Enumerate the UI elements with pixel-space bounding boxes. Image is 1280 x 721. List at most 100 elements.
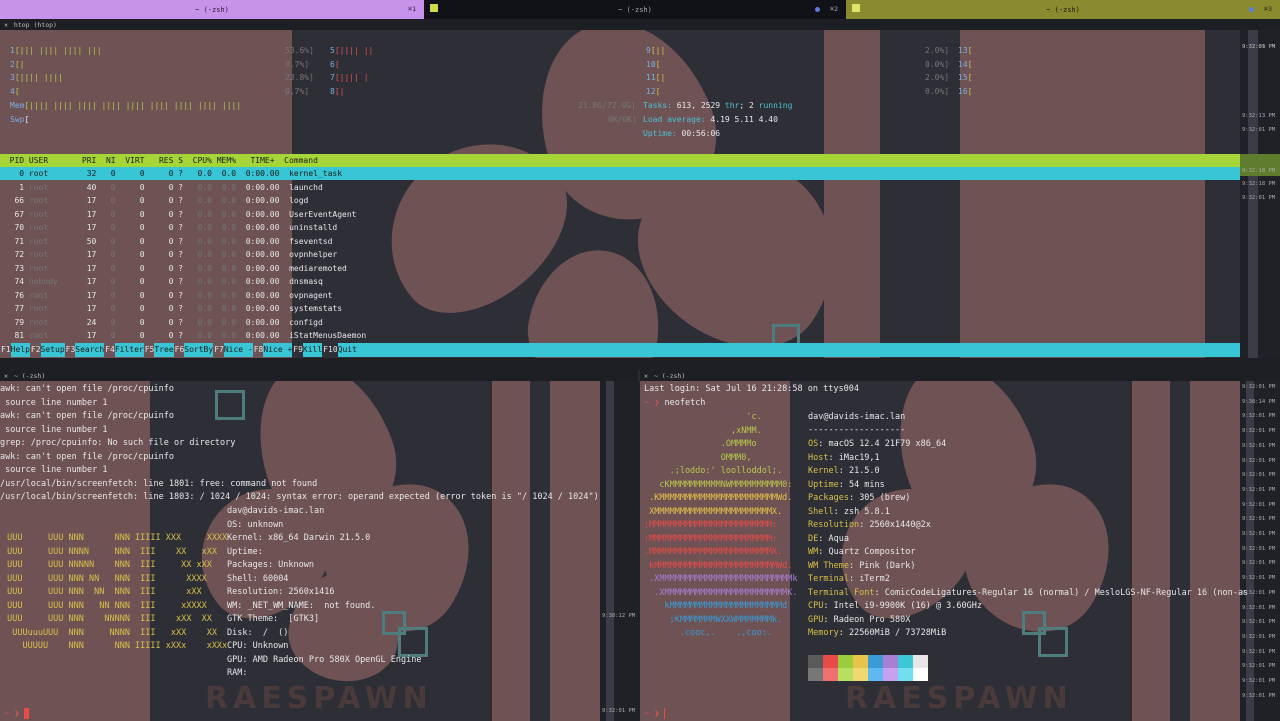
apple-logo-line: .XMMMMMMMMMMMMMMMMMMMMMMMMK. <box>644 587 798 598</box>
cell-cpu: 0.0 <box>183 236 212 246</box>
cell-virt: 0 <box>115 182 145 192</box>
sysinfo-line: Packages: Unknown <box>227 560 315 570</box>
color-swatch <box>838 668 853 681</box>
cpu-meter-2: 2[| <box>10 59 25 69</box>
cpu-percent: 0.7%] <box>285 59 310 69</box>
cell-user: root <box>24 317 73 327</box>
cell-res: 0 <box>144 277 174 286</box>
cell-mem: 0.0 <box>211 182 237 192</box>
fkey-label-f2[interactable]: Setup <box>40 343 65 357</box>
fkey-label-f10[interactable]: Quit <box>337 343 357 357</box>
cell-res: 0 <box>144 304 174 313</box>
apple-logo-line: :MMMMMMMMMMMMMMMMMMMMMMMM: <box>644 533 778 544</box>
cell-virt: 0 <box>115 331 145 340</box>
tab-shortcut: ⌘3 <box>1264 5 1272 13</box>
neofetch-line: OS: macOS 12.4 21F79 x86_64 <box>808 439 947 449</box>
error-line: grep: /proc/cpuinfo: No such file or dir… <box>0 438 236 448</box>
cell-s: ? <box>173 290 184 300</box>
load-average: Load average: 4.19 5.11 4.40 <box>643 115 778 124</box>
table-row[interactable]: 81 root 17 0 0 0 ? 0.0 0.0 0:00.00 iStat… <box>0 329 1240 343</box>
cell-pid: 0 <box>0 169 25 178</box>
table-row[interactable]: 71 root 50 0 0 0 ? 0.0 0.0 0:00.00 fseve… <box>0 235 1240 249</box>
table-row[interactable]: 70 root 17 0 0 0 ? 0.0 0.0 0:00.00 unins… <box>0 221 1240 235</box>
apple-logo-line: 'c. <box>644 412 762 422</box>
cell-cpu: 0.0 <box>183 317 212 327</box>
cell-time: 0:00.00 <box>236 169 280 178</box>
wallpaper-logo: RAESPAWN <box>205 681 433 716</box>
close-icon[interactable]: ✕ <box>4 21 8 29</box>
process-table-header[interactable]: PID USER PRI NI VIRT RES S CPU% MEM% TIM… <box>0 154 1240 167</box>
tab-3[interactable]: ~ (-zsh) ⌘3 <box>846 0 1280 19</box>
fkey-label-f8[interactable]: Nice + <box>263 343 293 357</box>
close-icon[interactable]: ✕ <box>4 372 8 380</box>
table-row[interactable]: 0 root 32 0 0 0 ? 0.0 0.0 0:00.00 kernel… <box>0 167 1240 180</box>
table-row[interactable]: 76 root 17 0 0 0 ? 0.0 0.0 0:00.00 ovpna… <box>0 289 1240 303</box>
cell-cpu: 0.0 <box>183 277 212 286</box>
cell-mem: 0.0 <box>211 263 237 273</box>
tab-title: ~ (-zsh) <box>1046 5 1080 14</box>
table-row[interactable]: 77 root 17 0 0 0 ? 0.0 0.0 0:00.00 syste… <box>0 302 1240 316</box>
cell-mem: 0.0 <box>211 290 237 300</box>
left-timestamp-gutter: 9:38:12 PM 9:32:01 PM <box>600 381 640 721</box>
close-icon[interactable]: ✕ <box>644 372 648 380</box>
cell-ni: 0 <box>96 169 116 178</box>
color-swatch <box>853 655 868 668</box>
tab-2[interactable]: ~ (-zsh) ⌘2 <box>424 0 846 19</box>
cell-res: 0 <box>144 169 174 178</box>
table-row[interactable]: 74 nobody 17 0 0 0 ? 0.0 0.0 0:00.00 dns… <box>0 275 1240 289</box>
cell-s: ? <box>173 304 184 313</box>
table-row[interactable]: 79 root 24 0 0 0 ? 0.0 0.0 0:00.00 confi… <box>0 316 1240 330</box>
timestamp: 9:32:13 PM <box>1242 113 1276 119</box>
cell-cpu: 0.0 <box>183 304 212 313</box>
left-prompt[interactable]: ~ ❯ <box>4 708 30 721</box>
timestamp-gutter <box>1240 30 1280 358</box>
color-swatch <box>913 655 928 668</box>
table-row[interactable]: 73 root 17 0 0 0 ? 0.0 0.0 0:00.00 media… <box>0 262 1240 276</box>
table-row[interactable]: 1 root 40 0 0 0 ? 0.0 0.0 0:00.00 launch… <box>0 181 1240 195</box>
cell-ni: 0 <box>96 223 116 232</box>
cpu-meter-1: 1[||| |||| |||| ||| <box>10 46 102 55</box>
neofetch-line: WM: Quartz Compositor <box>808 547 916 557</box>
swp-meter: Swp[ <box>10 115 30 124</box>
sysinfo-line: Kernel: x86_64 Darwin 21.5.0 <box>227 533 371 543</box>
fkey-label-f9[interactable]: Kill <box>302 343 323 357</box>
cell-cpu: 0.0 <box>183 223 212 232</box>
table-row[interactable]: 66 root 17 0 0 0 ? 0.0 0.0 0:00.00 logd <box>0 194 1240 208</box>
apple-logo-line: .XMMMMMMMMMMMMMMMMMMMMMMMMMMk <box>644 574 798 584</box>
cell-cpu: 0.0 <box>183 250 212 259</box>
cell-pri: 24 <box>72 317 97 327</box>
fkey-label-f6[interactable]: SortBy <box>184 343 214 357</box>
fkey-label-f3[interactable]: Search <box>75 343 105 357</box>
cell-virt: 0 <box>115 290 145 300</box>
cpu-meter-8: 8[| <box>330 86 345 96</box>
fkey-label-f5[interactable]: Tree <box>154 343 174 357</box>
cell-user: root <box>24 182 73 192</box>
table-row[interactable]: 72 root 17 0 0 0 ? 0.0 0.0 0:00.00 ovpnh… <box>0 248 1240 262</box>
cell-pid: 1 <box>0 182 25 192</box>
ascii-logo-line: UUUuuuUUU NNN NNNN III xXX XX <box>2 627 217 638</box>
cpu-meter-15: 15[ <box>958 73 973 82</box>
cell-pri: 17 <box>72 209 97 219</box>
cell-time: 0:00.00 <box>236 263 280 273</box>
fkey-label-f4[interactable]: Filter <box>114 343 144 357</box>
sysinfo-line: Resolution: 2560x1416 <box>227 587 335 597</box>
table-row[interactable]: 67 root 17 0 0 0 ? 0.0 0.0 0:00.00 UserE… <box>0 208 1240 222</box>
sysinfo-line: OS: unknown <box>227 519 284 530</box>
timestamp: 9:32:01 PM <box>1242 472 1276 479</box>
color-swatch <box>838 655 853 668</box>
cell-pid: 79 <box>0 317 25 327</box>
cell-pid: 77 <box>0 304 25 313</box>
terminal-icon <box>852 4 860 12</box>
fkey-f4: F4 <box>105 345 115 354</box>
right-prompt[interactable]: ~ ❯ <box>644 708 666 721</box>
cell-ni: 0 <box>96 236 116 246</box>
apple-logo-line: ,xNMM. <box>644 425 762 436</box>
apple-logo-line: .cooc,. .,coo:. <box>644 628 772 638</box>
neofetch-line: Shell: zsh 5.8.1 <box>808 506 890 517</box>
neofetch-line: Terminal Font: ComicCodeLigatures-Regula… <box>808 587 1249 598</box>
fkey-label-f7[interactable]: Nice - <box>223 343 253 357</box>
pane-title: ~ (-zsh) <box>653 371 686 380</box>
tab-shortcut: ⌘2 <box>830 5 838 13</box>
tab-1[interactable]: ~ (-zsh) ⌘1 <box>0 0 424 19</box>
fkey-label-f1[interactable]: Help <box>10 343 30 357</box>
